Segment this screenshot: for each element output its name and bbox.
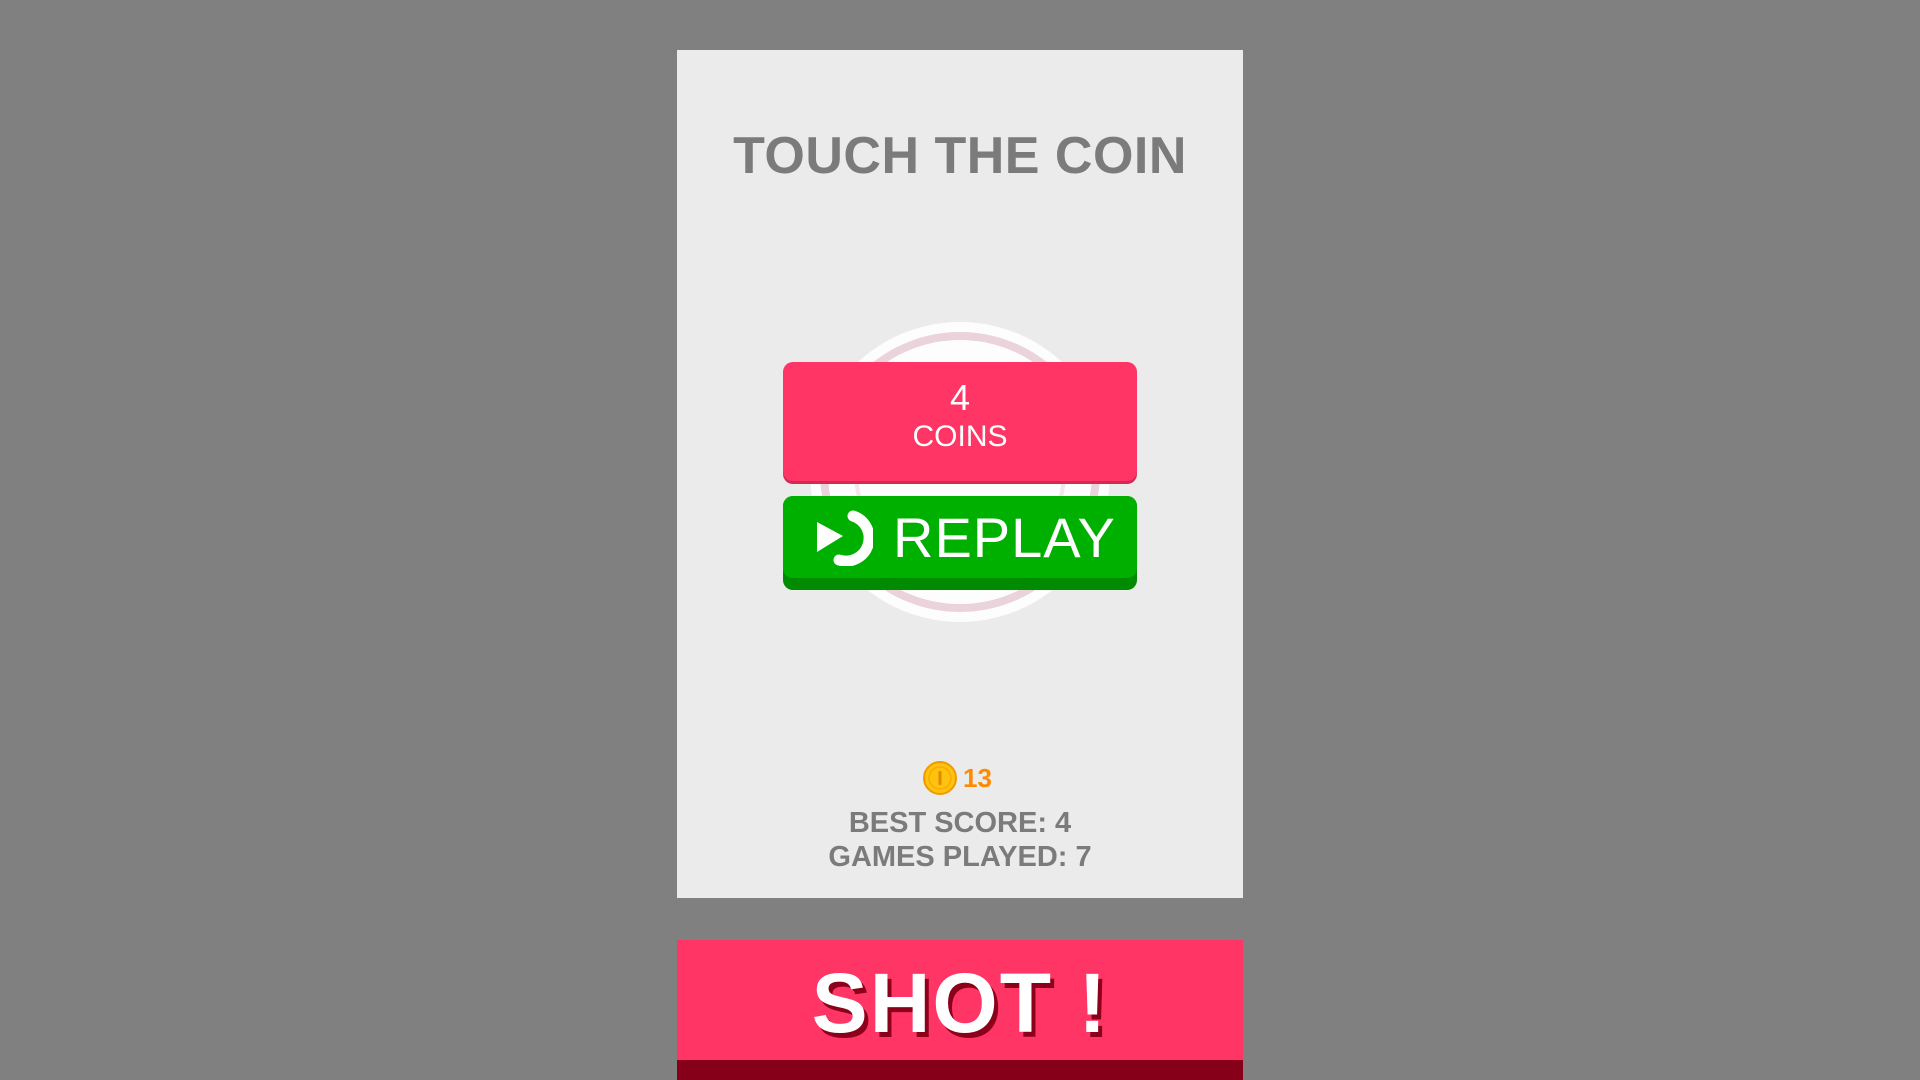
coin-counter: 13 bbox=[923, 760, 992, 796]
score-unit-label: COINS bbox=[912, 420, 1008, 453]
score-card: 4 COINS bbox=[783, 362, 1137, 481]
shot-button[interactable]: SHOT ! bbox=[677, 940, 1243, 1080]
replay-label: REPLAY bbox=[893, 506, 1116, 569]
replay-icon bbox=[817, 510, 873, 566]
coin-total: 13 bbox=[963, 762, 992, 793]
shot-label: SHOT ! bbox=[811, 956, 1109, 1050]
coin-icon bbox=[923, 761, 957, 795]
shot-button-base bbox=[677, 1060, 1243, 1080]
game-panel: TOUCH THE COIN 4 COINS REPLAY 13 BEST SC… bbox=[677, 50, 1243, 898]
replay-button[interactable]: REPLAY bbox=[783, 496, 1137, 590]
best-score-label: BEST SCORE: 4 bbox=[848, 807, 1072, 839]
games-played-label: GAMES PLAYED: 7 bbox=[828, 841, 1092, 873]
game-title: TOUCH THE COIN bbox=[733, 127, 1187, 185]
score-value: 4 bbox=[949, 377, 971, 418]
replay-button-face[interactable]: REPLAY bbox=[783, 496, 1137, 578]
